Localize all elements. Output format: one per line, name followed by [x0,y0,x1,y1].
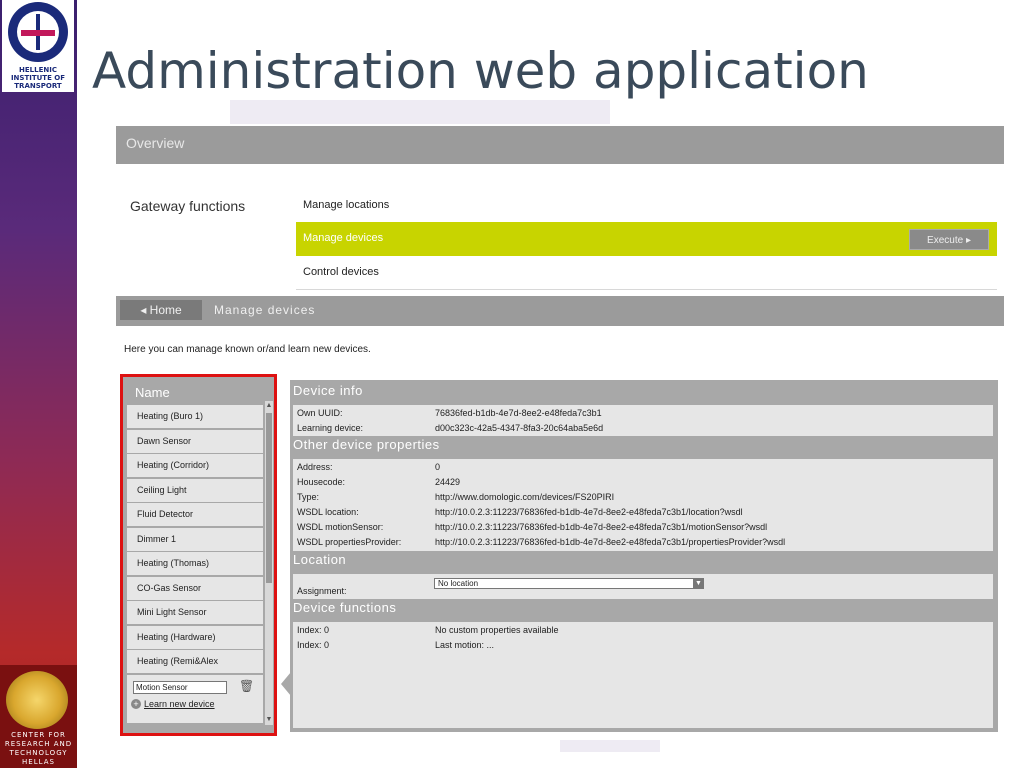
trash-icon[interactable]: 🗑 [239,679,254,693]
learn-new-device[interactable]: + Learn new device [131,699,215,709]
kv-row: Address: 0 [297,462,441,472]
device-item[interactable]: Fluid Detector [127,503,263,526]
kv-row: WSDL propertiesProvider: http://10.0.2.3:… [297,537,786,547]
function-control-devices[interactable]: Control devices [296,256,997,290]
location-body: Assignment: No location ▼ [293,574,993,599]
gateway-panel: Gateway functions Manage locations Manag… [116,164,1004,294]
kv-row: Own UUID: 76836fed-b1db-4e7d-8ee2-e48feda… [297,408,602,418]
kv-row: Housecode: 24429 [297,477,461,487]
device-item[interactable]: Heating (Thomas) [127,552,263,575]
scroll-down-icon[interactable]: ▼ [265,715,273,725]
device-functions-title: Device functions [293,600,397,615]
device-info-title: Device info [293,383,363,398]
scroll-thumb[interactable] [266,413,272,583]
other-properties-title: Other device properties [293,437,440,452]
device-item[interactable]: Dimmer 1 [127,527,263,551]
slide-side-strip: HELLENIC INSTITUTE OF TRANSPORT CENTER F… [0,0,77,768]
kv-row: Index: 0 No custom properties available [297,625,559,635]
device-name-input[interactable] [133,681,227,694]
chevron-down-icon[interactable]: ▼ [693,578,704,589]
function-label: Control devices [303,266,379,278]
device-item[interactable]: CO-Gas Sensor [127,576,263,600]
slide-title: Administration web application [92,42,869,100]
overview-title: Overview [126,135,185,151]
manage-devices-nav: ◂ Home Manage devices [116,296,1004,326]
device-item[interactable]: Heating (Hardware) [127,625,263,649]
device-edit-row: 🗑 +Learn new device [127,675,263,723]
hit-logo-text: HELLENIC INSTITUTE OF TRANSPORT [10,66,66,90]
intro-text: Here you can manage known or/and learn n… [124,344,371,355]
certh-logo-text: CENTER FOR RESEARCH AND TECHNOLOGY HELLA… [4,731,73,766]
device-item[interactable]: Ceiling Light [127,478,263,502]
home-button[interactable]: ◂ Home [120,300,202,320]
kv-row: Learning device: d00c323c-42a5-4347-8fa3-… [297,423,604,433]
function-label: Manage devices [303,232,384,244]
certh-sun-icon [6,671,68,729]
device-item[interactable]: Heating (Buro 1) [127,405,263,428]
watermark-arrow [560,740,660,752]
watermark-arrow [230,100,610,124]
learn-new-device-link[interactable]: Learn new device [144,699,215,709]
overview-header: Overview [116,126,1004,164]
kv-row: Index: 0 Last motion: ... [297,640,495,650]
hit-logo: HELLENIC INSTITUTE OF TRANSPORT [2,0,74,92]
device-item[interactable]: Heating (Corridor) [127,454,263,477]
device-item[interactable]: Heating (Remi&Alex [127,650,263,673]
hit-logo-icon [8,2,68,62]
device-functions-body: Index: 0 No custom properties available I… [293,622,993,728]
device-item[interactable]: Mini Light Sensor [127,601,263,624]
function-manage-devices[interactable]: Manage devices Execute ▸ [296,222,997,256]
device-item[interactable]: Dawn Sensor [127,429,263,453]
execute-button[interactable]: Execute ▸ [909,229,989,250]
location-selected: No location [438,579,479,588]
device-list: Name Heating (Buro 1) Dawn Sensor Heatin… [120,374,277,736]
assignment-label: Assignment: [297,586,347,596]
plus-icon: + [131,699,141,709]
device-info-panel: Device info Own UUID: 76836fed-b1db-4e7d-… [290,380,998,732]
nav-title: Manage devices [214,303,316,317]
location-select[interactable]: No location ▼ [434,578,704,589]
device-list-scrollbar[interactable]: ▲ ▼ [265,401,273,725]
kv-row: Type: http://www.domologic.com/devices/FS… [297,492,615,502]
device-list-items: Heating (Buro 1) Dawn Sensor Heating (Co… [127,405,263,677]
device-info-body: Own UUID: 76836fed-b1db-4e7d-8ee2-e48feda… [293,405,993,436]
function-label: Manage locations [303,199,390,211]
gateway-functions-label: Gateway functions [130,198,246,214]
scroll-up-icon[interactable]: ▲ [265,401,273,411]
function-manage-locations[interactable]: Manage locations [296,189,997,223]
device-list-header: Name [135,385,170,400]
location-title: Location [293,552,347,567]
certh-logo: CENTER FOR RESEARCH AND TECHNOLOGY HELLA… [0,665,77,768]
kv-row: WSDL motionSensor: http://10.0.2.3:11223/… [297,522,768,532]
kv-row: WSDL location: http://10.0.2.3:11223/7683… [297,507,743,517]
other-properties-body: Address: 0 Housecode: 24429 Type: http://ww… [293,459,993,551]
